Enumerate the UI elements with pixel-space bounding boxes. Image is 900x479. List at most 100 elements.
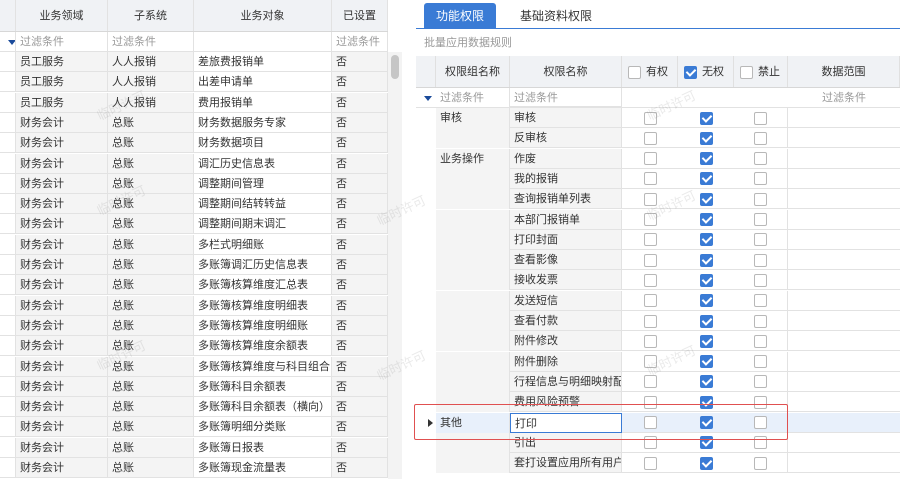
checkbox-forbidden[interactable] [754, 131, 767, 145]
cell-subsystem[interactable]: 总账 [108, 153, 194, 173]
cell-group-name[interactable] [436, 331, 510, 352]
filter-input-is-set[interactable]: 过滤条件 [332, 32, 388, 51]
column-header-subsystem[interactable]: 子系统 [108, 0, 194, 31]
cell-business-object[interactable]: 多账簿现金流量表 [194, 458, 332, 477]
cell-is-set[interactable]: 否 [332, 234, 388, 254]
table-row[interactable]: 财务会计 总账 多账簿调汇历史信息表否 [0, 255, 388, 275]
cell-is-set[interactable]: 否 [332, 173, 388, 193]
cell-group-name[interactable] [436, 270, 510, 291]
cell-subsystem[interactable]: 总账 [108, 437, 194, 457]
cell-subsystem[interactable]: 总账 [108, 336, 194, 356]
permission-row[interactable]: 我的报销 [416, 168, 900, 189]
checkbox-forbidden[interactable] [754, 273, 767, 287]
table-row[interactable]: 财务会计 总账 调整期间管理否 [0, 173, 388, 194]
cell-business-object[interactable]: 多账簿明细分类账 [194, 417, 332, 437]
cell-business-object[interactable]: 财务数据项目 [194, 133, 332, 153]
filter-input-group-name[interactable]: 过滤条件 [436, 88, 510, 107]
checkbox-no-permission[interactable] [699, 416, 713, 429]
cell-subsystem[interactable]: 总账 [108, 458, 194, 477]
cell-business-area[interactable]: 员工服务 [16, 92, 108, 112]
cell-permission-name[interactable]: 审核 [510, 108, 622, 128]
checkbox-has-permission[interactable] [643, 294, 657, 308]
cell-permission-name[interactable]: 附件删除 [510, 351, 622, 372]
checkbox-no-permission[interactable] [699, 294, 713, 308]
checkbox-has-permission[interactable] [643, 172, 657, 186]
cell-data-scope[interactable] [788, 311, 900, 331]
cell-business-area[interactable]: 财务会计 [16, 417, 108, 437]
cell-data-scope[interactable] [788, 291, 900, 311]
checkbox-has-permission[interactable] [643, 355, 657, 369]
tab-function-permission[interactable]: 功能权限 [424, 3, 497, 29]
cell-data-scope[interactable] [788, 230, 900, 250]
cell-business-object[interactable]: 多账簿核算维度明细账 [194, 315, 332, 335]
column-header-data-scope[interactable]: 数据范围 [788, 56, 900, 87]
checkbox-no-permission[interactable] [699, 152, 713, 166]
permission-row[interactable]: 套打设置应用所有用户 [416, 453, 900, 474]
cell-data-scope[interactable] [788, 149, 900, 169]
batch-apply-data-rule-link[interactable]: 批量应用数据规则 [424, 34, 512, 50]
checkbox-has-permission[interactable] [643, 314, 657, 328]
checkbox-no-permission[interactable] [699, 192, 713, 206]
cell-is-set[interactable]: 否 [332, 112, 388, 132]
table-row[interactable]: 财务会计 总账 多账簿明细分类账否 [0, 417, 388, 438]
cell-group-name[interactable] [436, 229, 510, 250]
cell-subsystem[interactable]: 总账 [108, 255, 194, 274]
header-checkbox-forbidden[interactable] [740, 65, 753, 79]
table-row[interactable]: 财务会计 总账 调汇历史信息表否 [0, 153, 388, 174]
table-row[interactable]: 财务会计 总账 调整期间期末调汇否 [0, 214, 388, 235]
cell-subsystem[interactable]: 总账 [108, 112, 194, 132]
checkbox-forbidden[interactable] [754, 436, 767, 450]
cell-permission-name[interactable]: 费用风险预警 [510, 392, 622, 413]
table-row[interactable]: 财务会计 总账 多账簿核算维度与科目组合否 [0, 356, 388, 377]
cell-permission-name[interactable]: 打印 [510, 412, 622, 433]
cell-is-set[interactable]: 否 [332, 52, 388, 71]
cell-business-object[interactable]: 调整期间管理 [194, 173, 332, 193]
cell-permission-name[interactable]: 套打设置应用所有用户 [510, 453, 622, 474]
cell-business-object[interactable]: 费用报销单 [194, 92, 332, 112]
permission-row[interactable]: 发送短信 [416, 290, 900, 311]
cell-is-set[interactable]: 否 [332, 153, 388, 173]
cell-business-object[interactable]: 出差申请单 [194, 72, 332, 92]
checkbox-forbidden[interactable] [754, 334, 767, 348]
cell-business-object[interactable]: 差旅费报销单 [194, 52, 332, 71]
cell-business-area[interactable]: 财务会计 [16, 437, 108, 457]
cell-group-name[interactable] [436, 290, 510, 311]
cell-business-object[interactable]: 调整期间期末调汇 [194, 214, 332, 234]
cell-business-object[interactable]: 多栏式明细账 [194, 234, 332, 254]
column-header-business-object[interactable]: 业务对象 [194, 0, 332, 31]
cell-business-object[interactable]: 多账簿核算维度汇总表 [194, 275, 332, 295]
checkbox-forbidden[interactable] [754, 395, 767, 409]
cell-business-area[interactable]: 财务会计 [16, 458, 108, 477]
table-row[interactable]: 财务会计 总账 多账簿日报表否 [0, 437, 388, 458]
cell-business-area[interactable]: 财务会计 [16, 194, 108, 214]
cell-business-object[interactable]: 多账簿日报表 [194, 437, 332, 457]
column-header-permission-name[interactable]: 权限名称 [510, 56, 622, 87]
cell-permission-name[interactable]: 行程信息与明细映射配 [510, 371, 622, 392]
cell-permission-name[interactable]: 打印封面 [510, 229, 622, 250]
checkbox-no-permission[interactable] [699, 111, 713, 125]
checkbox-forbidden[interactable] [754, 314, 767, 328]
checkbox-has-permission[interactable] [643, 334, 657, 348]
table-row[interactable]: 财务会计 总账 多账簿核算维度汇总表否 [0, 275, 388, 296]
cell-is-set[interactable]: 否 [332, 336, 388, 356]
permission-row[interactable]: 费用风险预警 [416, 392, 900, 413]
cell-data-scope[interactable] [788, 108, 900, 128]
cell-subsystem[interactable]: 人人报销 [108, 52, 194, 71]
cell-group-name[interactable] [436, 311, 510, 331]
checkbox-forbidden[interactable] [754, 192, 767, 206]
cell-business-area[interactable]: 财务会计 [16, 397, 108, 417]
filter-input-data-scope[interactable]: 过滤条件 [788, 88, 900, 107]
permission-row[interactable]: 审核 审核 [416, 108, 900, 128]
checkbox-forbidden[interactable] [754, 172, 767, 186]
checkbox-has-permission[interactable] [643, 416, 657, 429]
checkbox-forbidden[interactable] [754, 233, 767, 247]
table-row[interactable]: 财务会计 总账 多账簿科目余额表否 [0, 376, 388, 397]
checkbox-no-permission[interactable] [699, 253, 713, 267]
checkbox-no-permission[interactable] [699, 314, 713, 328]
permission-row[interactable]: 接收发票 [416, 270, 900, 291]
cell-business-object[interactable]: 调整期间结转转益 [194, 194, 332, 214]
cell-group-name[interactable] [436, 128, 510, 149]
checkbox-forbidden[interactable] [754, 416, 767, 429]
cell-group-name[interactable] [436, 453, 510, 474]
header-checkbox-no-permission[interactable] [684, 65, 697, 79]
